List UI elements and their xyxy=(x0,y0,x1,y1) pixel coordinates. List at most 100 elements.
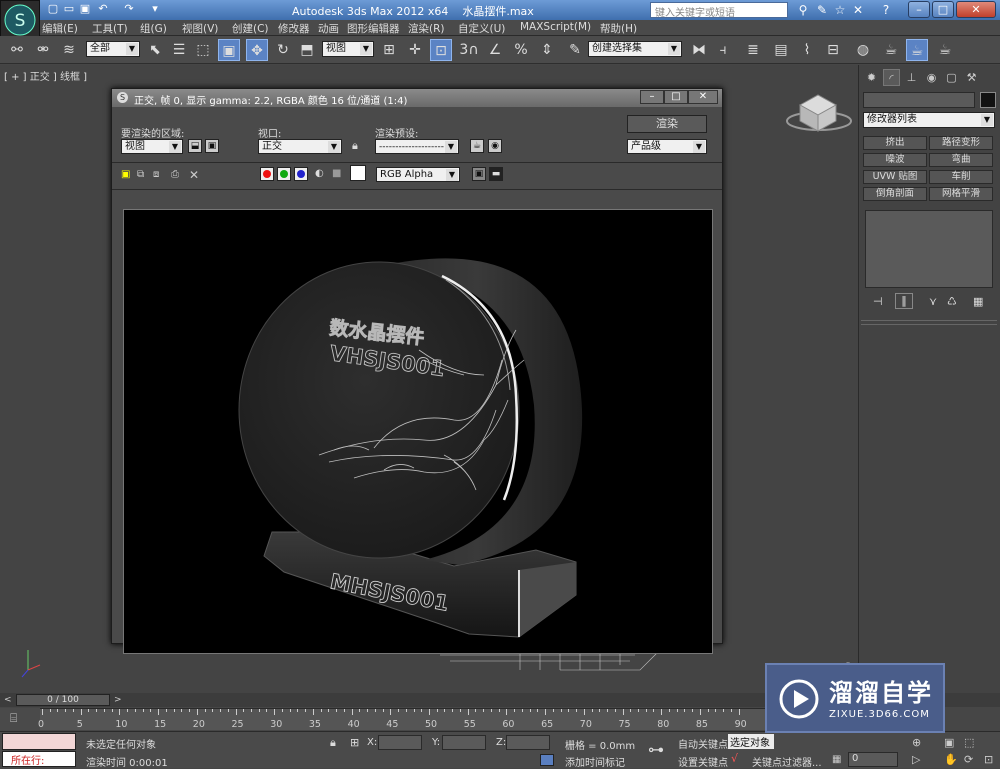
snap-toggle-icon[interactable]: 3∩ xyxy=(458,39,480,61)
modifier-extrude-button[interactable]: 挤出 xyxy=(863,136,927,150)
lock-viewport-icon[interactable]: 🔒︎ xyxy=(352,139,358,153)
select-manipulate-icon[interactable]: ✛ xyxy=(404,39,426,61)
hierarchy-tab-icon[interactable]: ⊥ xyxy=(903,69,920,86)
app-logo-icon[interactable]: S xyxy=(0,0,40,40)
viewport-label[interactable]: [ + ] 正交 ] 线框 ] xyxy=(4,68,87,83)
make-unique-icon[interactable]: ⋎ xyxy=(929,295,937,308)
toggle-ui-icon[interactable]: ▬ xyxy=(489,167,503,181)
viewport-dropdown[interactable]: 正交 ▼ xyxy=(258,139,342,154)
selection-lock-icon[interactable]: 🔒︎ xyxy=(330,736,336,750)
z-coordinate-field[interactable] xyxy=(506,735,550,750)
named-selection-dropdown[interactable]: 创建选择集 ▼ xyxy=(588,41,682,57)
menu-rendering[interactable]: 渲染(R) xyxy=(408,21,445,36)
open-file-icon[interactable]: ▭ xyxy=(62,2,76,16)
absolute-mode-icon[interactable]: ⊞ xyxy=(350,736,359,749)
select-by-name-icon[interactable]: ☰ xyxy=(168,39,190,61)
menu-customize[interactable]: 自定义(U) xyxy=(458,21,505,36)
track-bar-toggle[interactable]: ⌸ xyxy=(0,708,40,730)
curve-editor-icon[interactable]: ⌇ xyxy=(796,39,818,61)
x-coordinate-field[interactable] xyxy=(378,735,422,750)
layer-manager-icon[interactable]: ≣ xyxy=(742,39,764,61)
menu-modifiers[interactable]: 修改器 xyxy=(278,21,310,36)
bind-spacewarp-icon[interactable]: ≋ xyxy=(58,39,80,61)
menu-graph-editors[interactable]: 图形编辑器 xyxy=(347,21,400,36)
alpha-toggle-icon[interactable]: ◐ xyxy=(315,168,324,179)
modifier-bend-button[interactable]: 弯曲 xyxy=(929,153,993,167)
pivot-center-icon[interactable]: ⊞ xyxy=(378,39,400,61)
current-frame-field[interactable]: 0 xyxy=(848,752,898,767)
edit-region-icon[interactable]: ⬓ xyxy=(188,139,202,153)
angle-snap-icon[interactable]: ∠ xyxy=(484,39,506,61)
render-setup-icon[interactable]: ☕ xyxy=(470,139,484,153)
minimize-button[interactable]: – xyxy=(908,1,930,18)
zoom-all-icon[interactable]: ▣ xyxy=(944,736,954,749)
time-ruler[interactable]: 0 5 10 15 20 25 30 35 40 45 50 55 60 65 70 75 80 85 90 xyxy=(38,708,775,730)
field-of-view-icon[interactable]: ▷ xyxy=(912,753,920,766)
rendered-frame-window-icon[interactable]: ☕ xyxy=(906,39,928,61)
modifier-uvw-button[interactable]: UVW 贴图 xyxy=(863,170,927,184)
running-label[interactable]: 所在行: xyxy=(2,751,76,767)
modifier-pathdeform-button[interactable]: 路径变形 xyxy=(929,136,993,150)
zoom-region-icon[interactable]: ⬚ xyxy=(964,736,974,749)
print-image-icon[interactable]: ⎙ xyxy=(171,169,179,180)
motion-tab-icon[interactable]: ◉ xyxy=(923,69,940,86)
slider-prev-icon[interactable]: < xyxy=(4,695,12,705)
link-icon[interactable]: ⚯ xyxy=(6,39,28,61)
blue-channel-toggle[interactable] xyxy=(294,167,308,181)
menu-group[interactable]: 组(G) xyxy=(140,21,167,36)
modifier-bevelprofile-button[interactable]: 倒角剖面 xyxy=(863,187,927,201)
object-color-swatch[interactable] xyxy=(980,92,996,108)
configure-sets-icon[interactable]: ▦ xyxy=(973,295,983,308)
channel-dropdown[interactable]: RGB Alpha ▼ xyxy=(376,167,460,182)
copy-image-icon[interactable]: ⧉ xyxy=(137,169,144,180)
menu-tools[interactable]: 工具(T) xyxy=(92,21,128,36)
key-filters-button[interactable]: 关键点过滤器... xyxy=(752,754,822,769)
remove-modifier-icon[interactable]: ♺ xyxy=(947,295,957,308)
modifier-list-dropdown[interactable]: 修改器列表 ▼ xyxy=(863,112,995,128)
modifier-lathe-button[interactable]: 车削 xyxy=(929,170,993,184)
new-file-icon[interactable]: ▢ xyxy=(46,2,60,16)
y-coordinate-field[interactable] xyxy=(442,735,486,750)
modifier-stack-list[interactable] xyxy=(865,210,993,288)
window-crossing-icon[interactable]: ▣ xyxy=(218,39,240,61)
set-key-icon[interactable]: ⊶ xyxy=(648,740,664,759)
edit-named-selection-icon[interactable]: ✎ xyxy=(564,39,586,61)
color-swatch[interactable] xyxy=(350,165,366,181)
render-setup-icon[interactable]: ☕ xyxy=(880,39,902,61)
area-to-render-dropdown[interactable]: 视图 ▼ xyxy=(121,139,183,154)
menu-edit[interactable]: 编辑(E) xyxy=(42,21,78,36)
menu-animation[interactable]: 动画 xyxy=(318,21,339,36)
time-slider-thumb[interactable]: 0 / 100 xyxy=(16,694,110,706)
rotate-icon[interactable]: ↻ xyxy=(272,39,294,61)
key-mode-icon[interactable]: √ xyxy=(731,752,738,765)
add-time-tag-button[interactable]: 添加时间标记 xyxy=(565,754,625,769)
clone-frame-icon[interactable]: ⧈ xyxy=(153,169,159,180)
render-window-titlebar[interactable]: S 正交, 帧 0, 显示 gamma: 2.2, RGBA 颜色 16 位/通… xyxy=(112,89,722,107)
favorites-icon[interactable]: ☆ xyxy=(832,2,848,18)
modifier-meshsmooth-button[interactable]: 网格平滑 xyxy=(929,187,993,201)
move-icon[interactable]: ✥ xyxy=(246,39,268,61)
toggle-ui-overlay-icon[interactable]: ▣ xyxy=(472,167,486,181)
rect-selection-icon[interactable]: ⬚ xyxy=(192,39,214,61)
menu-views[interactable]: 视图(V) xyxy=(182,21,218,36)
slider-next-icon[interactable]: > xyxy=(114,695,122,705)
create-tab-icon[interactable]: ✹ xyxy=(863,69,880,86)
reference-coord-dropdown[interactable]: 视图 ▼ xyxy=(322,41,374,57)
zoom-extents-icon[interactable]: ⊕ xyxy=(912,736,921,749)
rendered-image[interactable]: 数水晶摆件 VHSJS001 MHSJS001 xyxy=(123,209,713,654)
maximize-viewport-icon[interactable]: ⊡ xyxy=(984,753,993,766)
clear-image-icon[interactable]: ✕ xyxy=(189,168,199,182)
pin-stack-icon[interactable]: ⊣ xyxy=(873,295,883,308)
show-end-result-icon[interactable]: ‖ xyxy=(895,293,913,309)
help-icon[interactable]: ? xyxy=(878,2,894,18)
orbit-icon[interactable]: ⟳ xyxy=(964,753,973,766)
percent-snap-icon[interactable]: % xyxy=(510,39,532,61)
object-name-field[interactable] xyxy=(863,92,975,108)
save-icon[interactable]: ▣ xyxy=(78,2,92,16)
render-window-minimize[interactable]: – xyxy=(640,90,664,104)
menu-help[interactable]: 帮助(H) xyxy=(600,21,637,36)
close-button[interactable]: ✕ xyxy=(956,1,996,18)
menu-create[interactable]: 创建(C) xyxy=(232,21,269,36)
set-key-button[interactable]: 设置关键点 xyxy=(678,754,728,769)
maxscript-listener-input[interactable] xyxy=(2,733,76,750)
